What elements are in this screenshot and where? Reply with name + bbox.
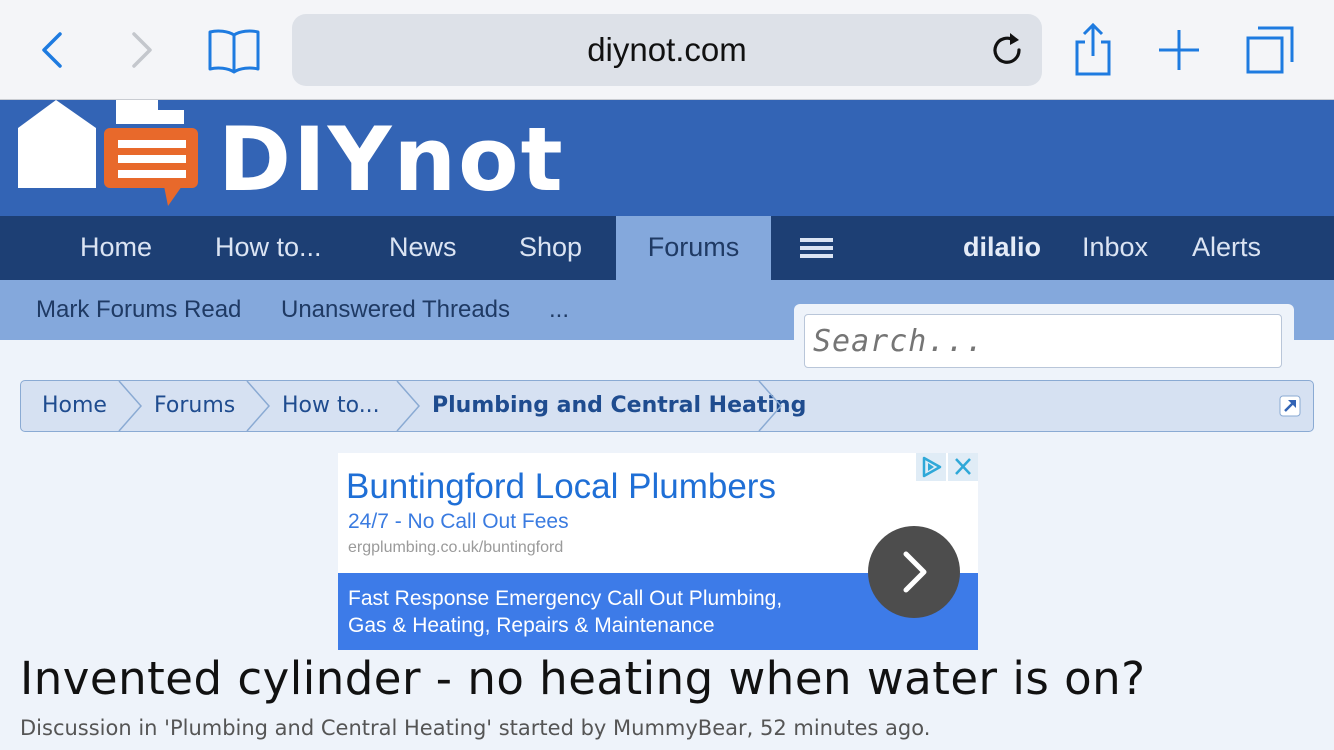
thread-meta: Discussion in 'Plumbing and Central Heat… xyxy=(20,716,931,740)
ad-url: ergplumbing.co.uk/buntingford xyxy=(348,539,564,556)
ad-description-line: Fast Response Emergency Call Out Plumbin… xyxy=(348,587,783,610)
advertisement[interactable]: Buntingford Local Plumbers 24/7 - No Cal… xyxy=(338,453,978,650)
ad-description: Fast Response Emergency Call Out Plumbin… xyxy=(348,585,782,639)
nav-forums[interactable]: Forums xyxy=(616,216,771,280)
breadcrumb-separator-icon xyxy=(396,381,420,431)
ad-go-button[interactable] xyxy=(868,526,960,618)
address-bar[interactable]: diynot.com xyxy=(292,14,1042,86)
breadcrumb-separator-icon xyxy=(118,381,142,431)
breadcrumb-forums[interactable]: Forums xyxy=(154,381,235,431)
mark-forums-read-link[interactable]: Mark Forums Read xyxy=(36,280,241,340)
nav-news[interactable]: News xyxy=(389,216,457,280)
thread-title: Invented cylinder - no heating when wate… xyxy=(20,652,1146,705)
breadcrumb-home[interactable]: Home xyxy=(42,381,107,431)
ad-close-icon[interactable] xyxy=(948,453,978,481)
back-icon[interactable] xyxy=(22,20,82,80)
breadcrumb-plumbing[interactable]: Plumbing and Central Heating xyxy=(432,381,806,431)
nav-user[interactable]: dilalio xyxy=(963,216,1041,280)
search-input[interactable] xyxy=(804,314,1282,368)
logo-icon[interactable] xyxy=(18,100,203,212)
url-text: diynot.com xyxy=(587,31,747,68)
tabs-icon[interactable] xyxy=(1240,20,1300,80)
new-tab-icon[interactable] xyxy=(1149,20,1209,80)
ad-title[interactable]: Buntingford Local Plumbers xyxy=(346,467,776,507)
adchoices-icon[interactable] xyxy=(916,453,946,481)
bookmarks-icon[interactable] xyxy=(204,20,264,80)
breadcrumb: Home Forums How to... Plumbing and Centr… xyxy=(20,380,1314,432)
nav-home[interactable]: Home xyxy=(80,216,152,280)
more-link[interactable]: ... xyxy=(549,280,569,340)
breadcrumb-separator-icon xyxy=(246,381,270,431)
site-header: DIYnot xyxy=(0,100,1334,216)
share-icon[interactable] xyxy=(1063,20,1123,80)
site-logo-text[interactable]: DIYnot xyxy=(218,108,565,211)
breadcrumb-separator-icon xyxy=(758,381,782,431)
search-container xyxy=(794,304,1294,376)
breadcrumb-how-to[interactable]: How to... xyxy=(282,381,380,431)
reload-icon[interactable] xyxy=(988,30,1028,70)
ad-subtitle: 24/7 - No Call Out Fees xyxy=(348,510,569,533)
nav-how-to[interactable]: How to... xyxy=(215,216,322,280)
forward-icon[interactable] xyxy=(112,20,172,80)
jump-to-icon[interactable] xyxy=(1279,395,1301,417)
nav-inbox[interactable]: Inbox xyxy=(1082,216,1148,280)
nav-alerts[interactable]: Alerts xyxy=(1192,216,1261,280)
browser-toolbar: diynot.com xyxy=(0,0,1334,100)
ad-description-line: Gas & Heating, Repairs & Maintenance xyxy=(348,614,715,637)
menu-icon[interactable] xyxy=(800,236,834,260)
unanswered-threads-link[interactable]: Unanswered Threads xyxy=(281,280,510,340)
nav-shop[interactable]: Shop xyxy=(519,216,582,280)
main-nav: Home How to... News Shop Forums dilalio … xyxy=(0,216,1334,280)
